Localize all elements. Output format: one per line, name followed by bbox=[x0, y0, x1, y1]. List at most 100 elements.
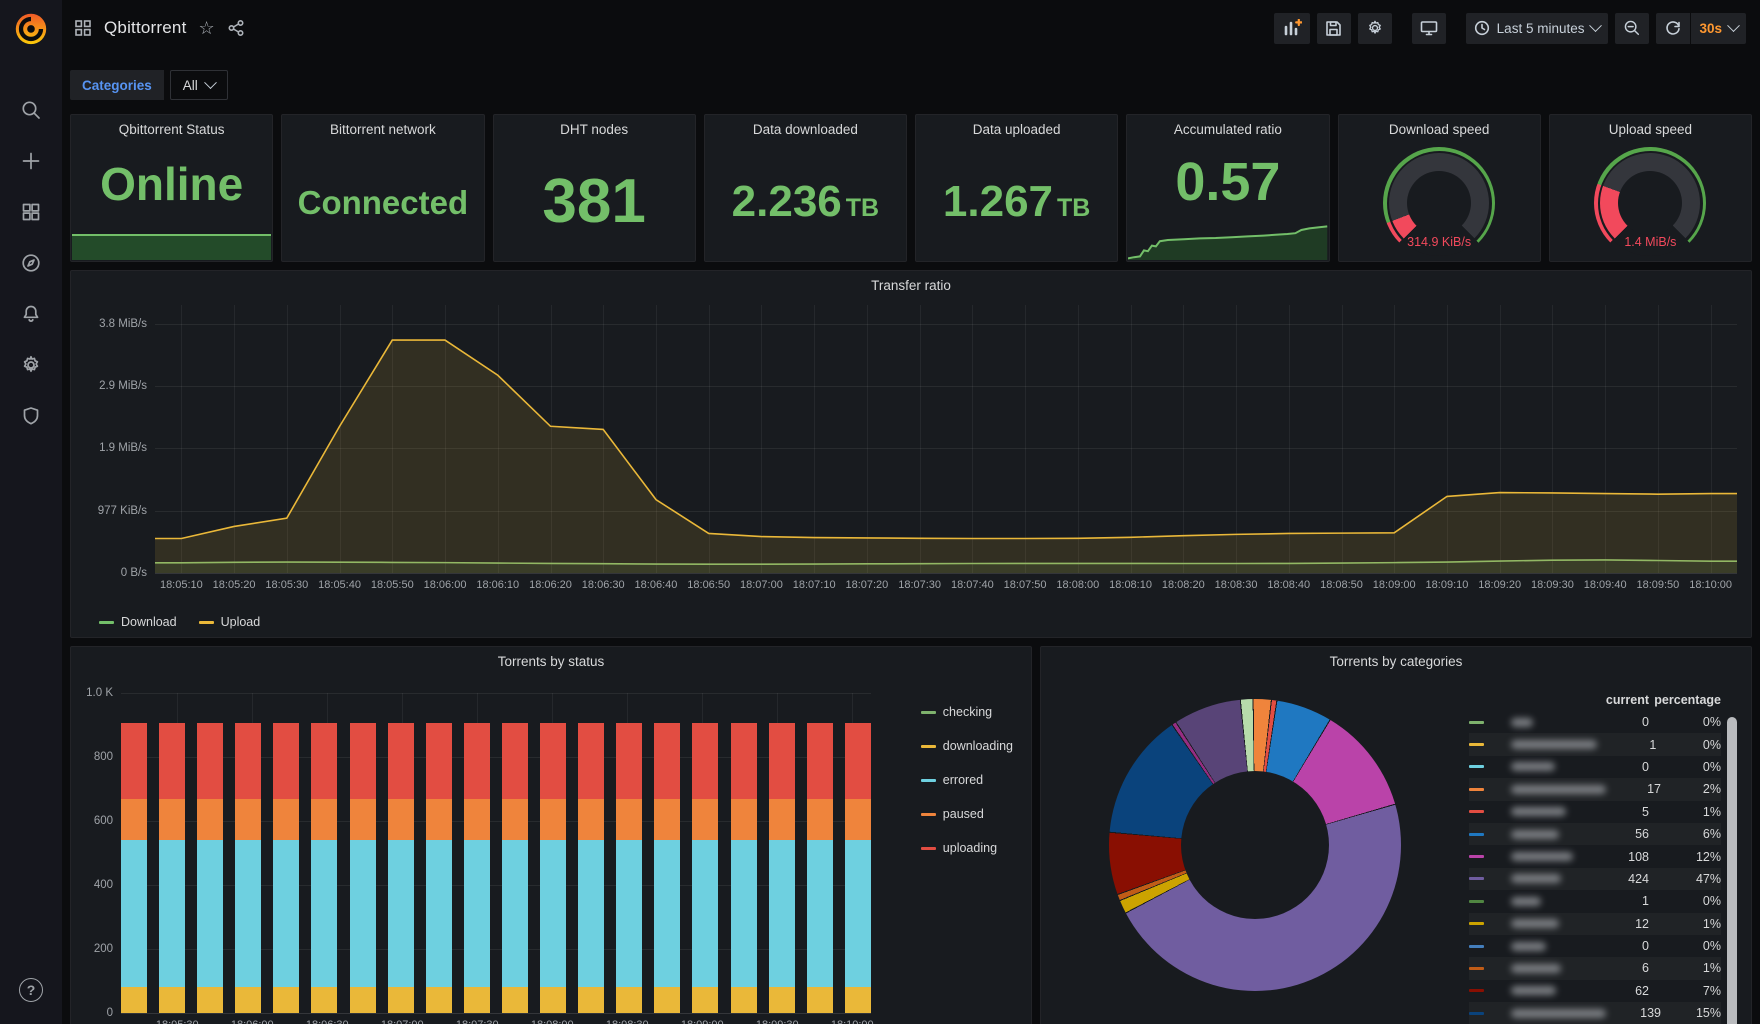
stacked-bar[interactable] bbox=[730, 693, 757, 1013]
y-axis-label: 1.0 K bbox=[86, 687, 113, 699]
dashboards-icon[interactable] bbox=[19, 200, 43, 224]
row-percentage-value: 1% bbox=[1702, 916, 1721, 931]
stacked-bar[interactable] bbox=[197, 693, 224, 1013]
alerting-bell-icon[interactable] bbox=[19, 302, 43, 326]
stacked-bar[interactable] bbox=[844, 693, 871, 1013]
row-percentage-value: 47% bbox=[1695, 871, 1721, 886]
help-icon[interactable]: ? bbox=[19, 978, 43, 1002]
stat-panel-title[interactable]: Bittorrent network bbox=[282, 115, 483, 143]
table-row[interactable]: 12 1% bbox=[1469, 913, 1721, 935]
stacked-bar[interactable] bbox=[159, 693, 186, 1013]
stat-panel-title[interactable]: Data downloaded bbox=[705, 115, 906, 143]
row-current-value: 1 bbox=[1649, 737, 1657, 752]
stacked-bar[interactable] bbox=[425, 693, 452, 1013]
plus-icon[interactable] bbox=[19, 149, 43, 173]
table-row[interactable]: 108 12% bbox=[1469, 845, 1721, 867]
table-row[interactable]: 0 0% bbox=[1469, 756, 1721, 778]
save-dashboard-button[interactable] bbox=[1316, 12, 1351, 44]
stacked-bar[interactable] bbox=[616, 693, 643, 1013]
y-axis-label: 1.9 MiB/s bbox=[99, 442, 147, 455]
table-row[interactable]: 17 2% bbox=[1469, 778, 1721, 800]
legend-item-errored[interactable]: errored bbox=[920, 773, 1013, 787]
transfer-ratio-plot[interactable]: 0 B/s 977 KiB/s 1.9 MiB/s 2.9 MiB/s 3.8 MiB/… bbox=[98, 305, 1737, 591]
grafana-logo[interactable] bbox=[0, 0, 62, 56]
stacked-bar[interactable] bbox=[121, 693, 147, 1013]
row-color-dash bbox=[1469, 765, 1484, 769]
stacked-bar[interactable] bbox=[692, 693, 719, 1013]
stacked-bar[interactable] bbox=[768, 693, 795, 1013]
categories-variable-dropdown[interactable]: All bbox=[169, 70, 228, 100]
redacted-label-blob bbox=[1511, 941, 1546, 951]
time-range-picker[interactable]: Last 5 minutes bbox=[1465, 12, 1609, 44]
x-axis-label: 18:09:00 bbox=[1372, 579, 1416, 591]
table-row[interactable]: 1 0% bbox=[1469, 890, 1721, 912]
panel-title-transfer-ratio[interactable]: Transfer ratio bbox=[71, 271, 1751, 299]
stat-panel-title[interactable]: DHT nodes bbox=[494, 115, 695, 143]
bar-segment-errored bbox=[540, 840, 567, 988]
stacked-bar[interactable] bbox=[235, 693, 262, 1013]
dashboard-title[interactable]: Qbittorrent bbox=[104, 18, 187, 38]
stat-panel-title[interactable]: Download speed bbox=[1339, 115, 1540, 143]
legend-item-uploading[interactable]: uploading bbox=[920, 841, 1013, 855]
table-row[interactable]: 0 0% bbox=[1469, 711, 1721, 733]
table-row[interactable]: 5 1% bbox=[1469, 801, 1721, 823]
x-axis-label: 18:07:10 bbox=[792, 579, 836, 591]
refresh-interval-picker[interactable]: 30s bbox=[1691, 12, 1746, 44]
stacked-bar[interactable] bbox=[540, 693, 567, 1013]
panel-title-torrents-by-categories[interactable]: Torrents by categories bbox=[1041, 647, 1751, 675]
stacked-bar[interactable] bbox=[273, 693, 300, 1013]
add-panel-button[interactable] bbox=[1273, 12, 1310, 44]
stacked-bar[interactable] bbox=[806, 693, 833, 1013]
share-icon[interactable] bbox=[227, 19, 245, 37]
stacked-bar[interactable] bbox=[463, 693, 490, 1013]
x-axis-label: 18:07:00 bbox=[381, 1019, 424, 1024]
column-header-current[interactable]: current bbox=[1583, 693, 1649, 707]
table-row[interactable]: 56 6% bbox=[1469, 823, 1721, 845]
stacked-bar[interactable] bbox=[387, 693, 414, 1013]
stacked-bar[interactable] bbox=[578, 693, 605, 1013]
stat-panel-title[interactable]: Qbittorrent Status bbox=[71, 115, 272, 143]
stacked-bar[interactable] bbox=[654, 693, 681, 1013]
stacked-bar[interactable] bbox=[349, 693, 376, 1013]
panel-title-torrents-by-status[interactable]: Torrents by status bbox=[71, 647, 1031, 675]
legend-item-download[interactable]: Download bbox=[99, 615, 177, 629]
legend-item-paused[interactable]: paused bbox=[920, 807, 1013, 821]
table-row[interactable]: 0 0% bbox=[1469, 935, 1721, 957]
cycle-view-mode-button[interactable] bbox=[1411, 12, 1446, 44]
refresh-button[interactable] bbox=[1656, 12, 1691, 44]
torrents-by-status-plot[interactable]: 0 200 400 600 800 1.0 K 18:05:30 18:06:00 18:06:… bbox=[86, 687, 874, 1024]
row-color-dash-cell bbox=[1469, 765, 1511, 769]
explore-compass-icon[interactable] bbox=[19, 251, 43, 275]
bar-segment-paused bbox=[121, 798, 147, 841]
x-axis-label: 18:07:20 bbox=[845, 579, 889, 591]
dashboard-settings-button[interactable] bbox=[1357, 12, 1392, 44]
categories-table-scrollbar[interactable] bbox=[1727, 717, 1737, 1024]
table-row[interactable]: 62 7% bbox=[1469, 980, 1721, 1002]
transfer-ratio-panel: Transfer ratio 0 B/s 977 KiB/s 1.9 MiB/s 2.… bbox=[70, 270, 1752, 638]
legend-item-downloading[interactable]: downloading bbox=[920, 739, 1013, 753]
y-axis-label: 2.9 MiB/s bbox=[99, 379, 147, 392]
search-icon[interactable] bbox=[19, 98, 43, 122]
row-current-value: 12 bbox=[1635, 916, 1649, 931]
legend-item-checking[interactable]: checking bbox=[920, 705, 1013, 719]
stat-panel-title[interactable]: Data uploaded bbox=[916, 115, 1117, 143]
categories-donut-chart[interactable] bbox=[1109, 699, 1401, 991]
shield-icon[interactable] bbox=[19, 404, 43, 428]
zoom-out-time-button[interactable] bbox=[1615, 12, 1650, 44]
table-row[interactable]: 424 47% bbox=[1469, 868, 1721, 890]
row-color-dash bbox=[1469, 855, 1484, 859]
table-row[interactable]: 1 0% bbox=[1469, 733, 1721, 755]
table-row[interactable]: 139 15% bbox=[1469, 1002, 1721, 1024]
table-row[interactable]: 6 1% bbox=[1469, 957, 1721, 979]
categories-variable-label[interactable]: Categories bbox=[70, 70, 164, 100]
stat-panel-title[interactable]: Upload speed bbox=[1550, 115, 1751, 143]
dashboard-grid-icon[interactable] bbox=[74, 19, 92, 37]
column-header-percentage[interactable]: percentage bbox=[1649, 693, 1721, 707]
stacked-bar[interactable] bbox=[501, 693, 528, 1013]
star-icon[interactable]: ☆ bbox=[199, 18, 215, 39]
stat-panel-title[interactable]: Accumulated ratio bbox=[1127, 115, 1328, 143]
stacked-bar[interactable] bbox=[311, 693, 338, 1013]
settings-gear-icon[interactable] bbox=[19, 353, 43, 377]
row-percentage-value: 0% bbox=[1702, 759, 1721, 774]
legend-item-upload[interactable]: Upload bbox=[198, 615, 260, 629]
